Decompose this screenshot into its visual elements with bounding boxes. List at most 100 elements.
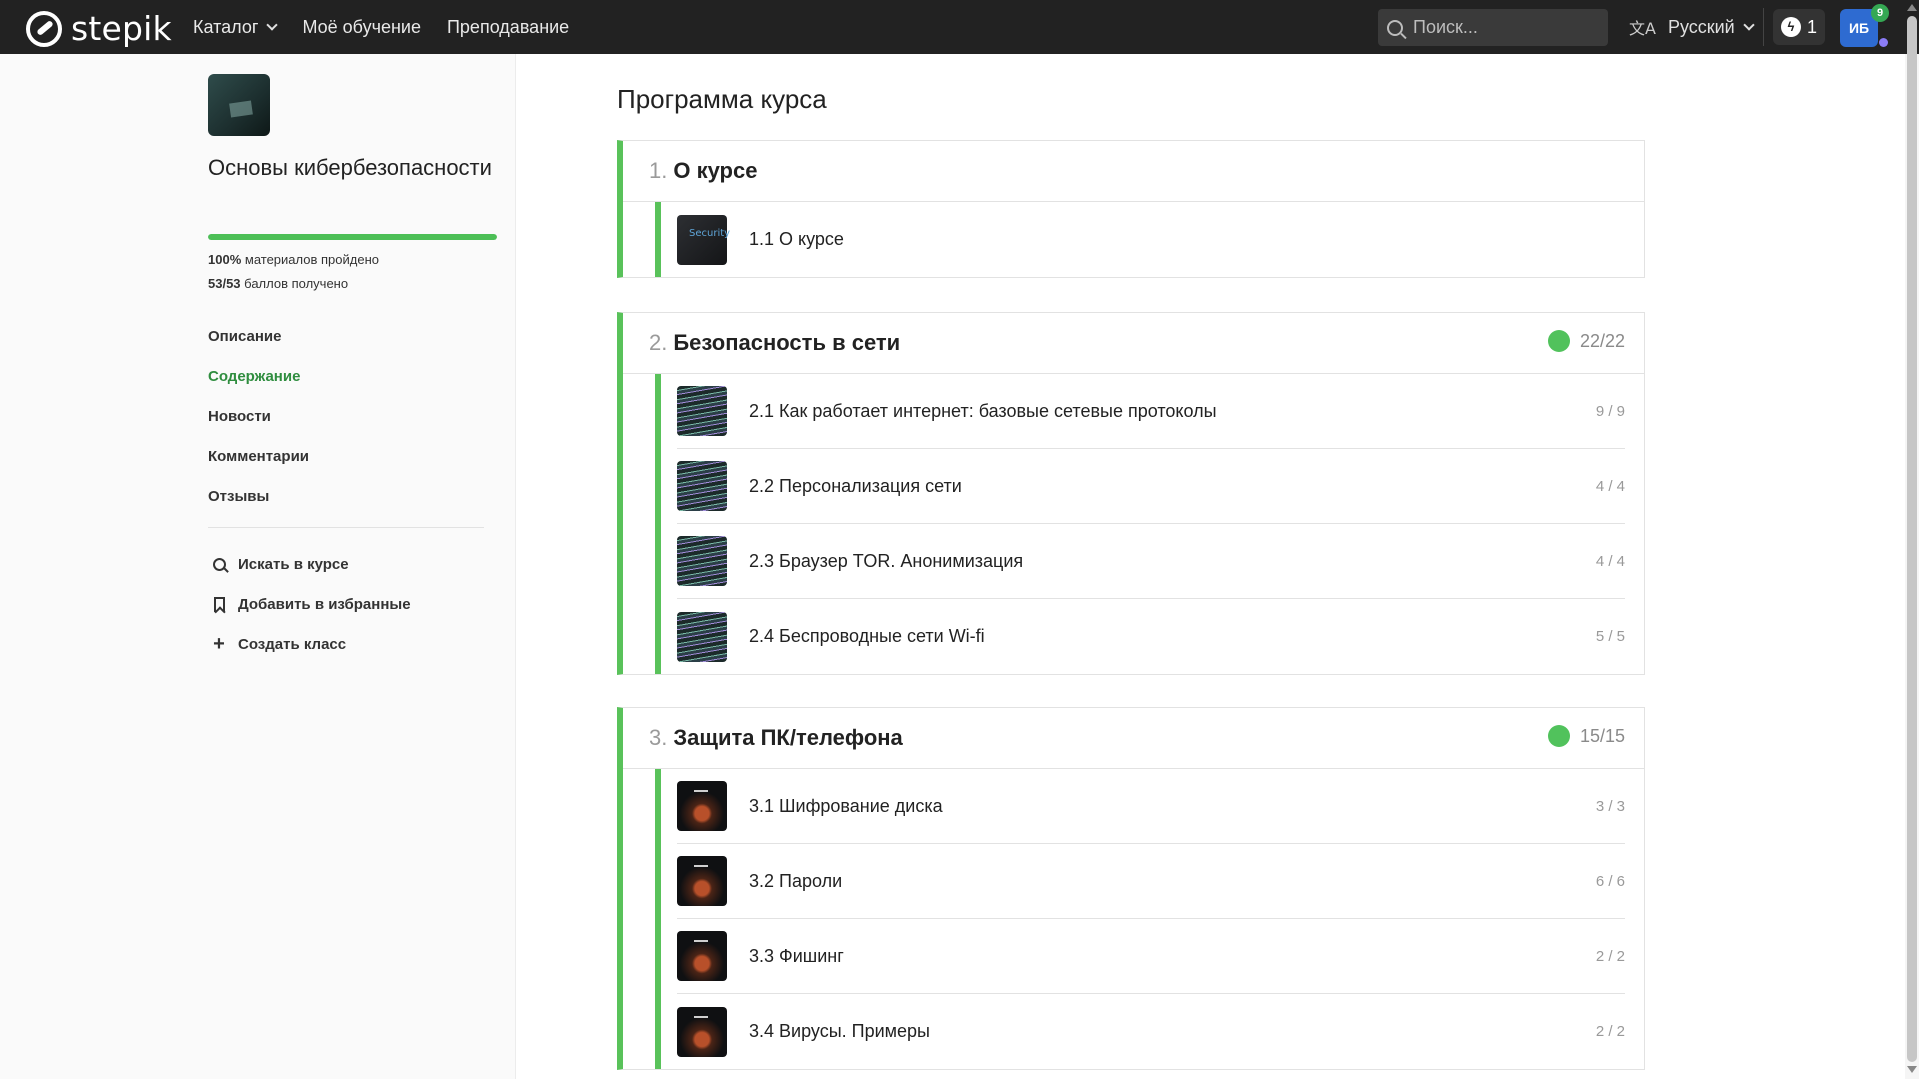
sidebar-item-news[interactable]: Новости — [208, 401, 309, 441]
notification-badge[interactable]: 9 — [1871, 4, 1889, 22]
main-nav: Каталог Моё обучение Преподавание — [193, 0, 595, 54]
search-icon — [208, 557, 230, 571]
create-class-label: Создать класс — [238, 635, 347, 653]
lesson-item[interactable]: 3.3 Фишинг 2 / 2 — [677, 919, 1625, 994]
lesson-thumbnail — [677, 214, 730, 265]
lesson-score: 5 / 5 — [1595, 628, 1625, 645]
bookmark-icon — [208, 596, 230, 612]
lesson-score: 9 / 9 — [1595, 402, 1625, 420]
nav-teaching-label: Преподавание — [446, 16, 570, 37]
nav-teaching[interactable]: Преподавание — [447, 17, 569, 38]
lesson-list: 1.1 О курсе — [655, 202, 1644, 277]
module-3: 3. Защита ПК/телефона 15/15 3.1 Шифрован… — [617, 707, 1645, 1070]
course-title[interactable]: Основы кибербезопасности — [208, 154, 508, 182]
lesson-title[interactable]: 2.4 Беспроводные сети Wi-fi — [749, 626, 985, 647]
lesson-score: 3 / 3 — [1595, 797, 1625, 815]
streak-count: 1 — [1806, 16, 1817, 37]
search-in-course-button[interactable]: Искать в курсе — [208, 544, 411, 584]
sidebar-item-contents[interactable]: Содержание — [208, 361, 309, 401]
lesson-thumbnail — [677, 1006, 727, 1057]
module-score: 15/15 — [1547, 725, 1625, 747]
course-nav: Описание Содержание Новости Комментарии … — [208, 321, 309, 521]
search-box[interactable] — [1378, 9, 1608, 46]
sidebar-divider — [208, 527, 484, 528]
lesson-title[interactable]: 3.2 Пароли — [749, 871, 842, 892]
scroll-up-icon[interactable] — [1907, 4, 1917, 11]
top-navbar: stepik Каталог Моё обучение Преподавание… — [0, 0, 1919, 54]
status-dot — [1879, 38, 1888, 47]
stepik-logo[interactable]: stepik — [26, 9, 172, 48]
module-2: 2. Безопасность в сети 22/22 2.1 Как раб… — [617, 312, 1645, 675]
course-cover-image[interactable] — [208, 74, 270, 136]
lesson-score: 6 / 6 — [1595, 872, 1625, 890]
module-number: 3. — [649, 725, 668, 750]
lesson-title[interactable]: 2.3 Браузер TOR. Анонимизация — [749, 551, 1023, 572]
lesson-item[interactable]: 2.3 Браузер TOR. Анонимизация 4 / 4 — [677, 524, 1625, 599]
lesson-item[interactable]: 3.1 Шифрование диска 3 / 3 — [677, 769, 1625, 844]
page-title: Программа курса — [617, 84, 827, 114]
chevron-down-icon — [1743, 19, 1755, 31]
lesson-score: 2 / 2 — [1595, 1023, 1625, 1040]
search-icon — [1387, 19, 1403, 36]
plus-icon: + — [213, 632, 225, 655]
module-number: 1. — [649, 158, 668, 183]
lesson-score: 4 / 4 — [1595, 477, 1625, 495]
points-value: 53/53 — [208, 276, 241, 291]
module-header[interactable]: 1. О курсе — [623, 141, 1644, 202]
lesson-title[interactable]: 1.1 О курсе — [749, 229, 844, 250]
lesson-item[interactable]: 1.1 О курсе — [677, 202, 1625, 277]
lesson-title[interactable]: 3.1 Шифрование диска — [749, 796, 943, 817]
lesson-title[interactable]: 2.2 Персонализация сети — [749, 476, 962, 497]
nav-catalog[interactable]: Каталог — [193, 16, 279, 38]
nav-my-learning[interactable]: Моё обучение — [302, 17, 421, 38]
streak-button[interactable]: ϟ 1 — [1773, 9, 1825, 45]
chevron-down-icon — [266, 19, 279, 31]
lesson-item[interactable]: 2.1 Как работает интернет: базовые сетев… — [677, 374, 1625, 449]
lesson-thumbnail — [677, 611, 727, 662]
language-label: Русский — [1667, 16, 1735, 37]
lesson-score: 2 / 2 — [1595, 947, 1625, 965]
materials-value: 100% — [208, 252, 242, 267]
create-class-button[interactable]: + Создать класс — [208, 624, 411, 664]
stepik-logo-icon — [26, 10, 62, 47]
nav-my-learning-label: Моё обучение — [302, 16, 421, 37]
module-header[interactable]: 3. Защита ПК/телефона 15/15 — [623, 708, 1644, 769]
lesson-title[interactable]: 3.4 Вирусы. Примеры — [749, 1021, 930, 1042]
avatar-initials: ИБ — [1848, 20, 1870, 36]
course-progress-fill — [208, 234, 497, 240]
sidebar-item-description[interactable]: Описание — [208, 321, 309, 361]
lesson-thumbnail — [677, 931, 727, 981]
scroll-down-icon[interactable] — [1907, 1066, 1917, 1073]
course-actions: Искать в курсе Добавить в избранные + Со… — [208, 544, 411, 664]
language-selector[interactable]: 文A Русский — [1629, 0, 1755, 54]
lesson-item[interactable]: 2.2 Персонализация сети 4 / 4 — [677, 449, 1625, 524]
add-to-favorites-label: Добавить в избранные — [238, 595, 411, 613]
header-divider — [1763, 8, 1764, 46]
sidebar-item-comments[interactable]: Комментарии — [208, 441, 309, 481]
lesson-item[interactable]: 3.4 Вирусы. Примеры 2 / 2 — [677, 994, 1625, 1069]
module-score-value: 15/15 — [1579, 725, 1625, 746]
course-sidebar: Основы кибербезопасности 100% материалов… — [0, 54, 516, 1079]
module-header[interactable]: 2. Безопасность в сети 22/22 — [623, 313, 1644, 374]
search-input[interactable] — [1413, 17, 1593, 38]
lesson-thumbnail — [677, 781, 727, 831]
lesson-thumbnail — [677, 856, 727, 906]
lesson-title[interactable]: 3.3 Фишинг — [749, 946, 844, 967]
search-in-course-label: Искать в курсе — [238, 555, 349, 573]
add-to-favorites-button[interactable]: Добавить в избранные — [208, 584, 411, 624]
scrollbar-thumb[interactable] — [1907, 16, 1917, 1062]
points-text: баллов получено — [244, 276, 349, 291]
logo-text: stepik — [71, 9, 172, 48]
lesson-title[interactable]: 2.1 Как работает интернет: базовые сетев… — [749, 401, 1217, 422]
sidebar-item-reviews[interactable]: Отзывы — [208, 481, 309, 521]
materials-stat: 100% материалов пройдено — [208, 252, 379, 267]
lesson-item[interactable]: 3.2 Пароли 6 / 6 — [677, 844, 1625, 919]
lesson-item[interactable]: 2.4 Беспроводные сети Wi-fi 5 / 5 — [677, 599, 1625, 674]
completed-dot-icon — [1547, 725, 1570, 747]
translate-icon: 文A — [1629, 19, 1656, 38]
points-stat: 53/53 баллов получено — [208, 276, 348, 291]
lesson-thumbnail — [677, 461, 727, 511]
lesson-list: 2.1 Как работает интернет: базовые сетев… — [655, 374, 1644, 674]
module-score: 22/22 — [1547, 330, 1625, 352]
nav-catalog-label: Каталог — [193, 16, 259, 37]
